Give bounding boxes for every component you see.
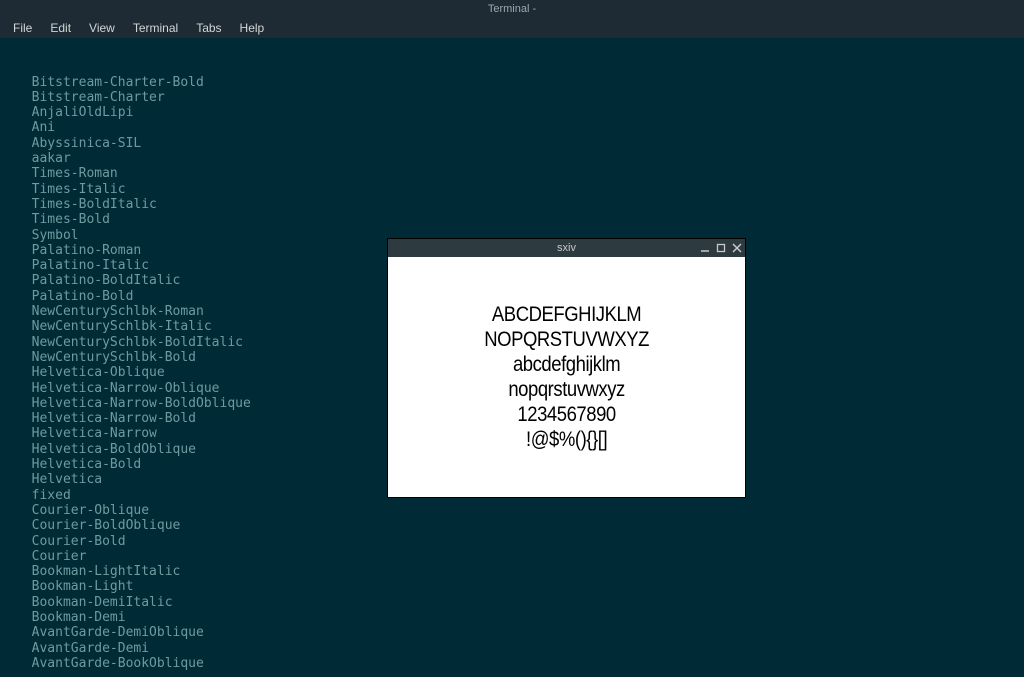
list-item[interactable]: Bitstream-Charter-Bold [16,75,1024,90]
window-title-bar: Terminal - [0,0,1024,18]
minimize-icon[interactable] [700,243,710,253]
sample-line: 1234567890 [484,402,649,427]
sample-line: nopqrstuvwxyz [484,377,649,402]
close-icon[interactable] [732,243,742,253]
sxiv-preview-window[interactable]: sxiv ABCDEFGHIJKLM NOPQRSTUVWXYZ abcdefg… [388,239,745,497]
sample-line: abcdefghijklm [484,352,649,377]
sample-line: NOPQRSTUVWXYZ [484,327,649,352]
list-item[interactable]: Ani [16,120,1024,135]
list-item[interactable]: Times-BoldItalic [16,197,1024,212]
list-item[interactable]: Times-Roman [16,166,1024,181]
sxiv-content: ABCDEFGHIJKLM NOPQRSTUVWXYZ abcdefghijkl… [388,257,745,497]
list-item[interactable]: Courier-BoldOblique [16,518,1024,533]
menu-edit[interactable]: Edit [41,19,80,37]
sample-line: !@$%(){}[] [484,427,649,452]
menu-file[interactable]: File [4,19,41,37]
menu-tabs[interactable]: Tabs [187,19,230,37]
list-item[interactable]: AvantGarde-BookOblique [16,656,1024,671]
menu-view[interactable]: View [80,19,124,37]
list-item[interactable]: AnjaliOldLipi [16,105,1024,120]
maximize-icon[interactable] [716,243,726,253]
sample-line: ABCDEFGHIJKLM [484,302,649,327]
list-item[interactable]: Courier [16,549,1024,564]
sxiv-window-controls [700,239,742,257]
list-item[interactable]: AvantGarde-Demi [16,641,1024,656]
menu-bar: File Edit View Terminal Tabs Help [0,18,1024,38]
list-item[interactable]: Times-Italic [16,182,1024,197]
list-item[interactable]: Bookman-Demi [16,610,1024,625]
list-item[interactable]: aakar [16,151,1024,166]
list-item[interactable]: Bookman-LightItalic [16,564,1024,579]
list-item[interactable]: Courier-Oblique [16,503,1024,518]
window-title: Terminal - [488,3,536,15]
list-item[interactable]: Courier-Bold [16,534,1024,549]
list-item[interactable]: AvantGarde-DemiOblique [16,625,1024,640]
font-sample: ABCDEFGHIJKLM NOPQRSTUVWXYZ abcdefghijkl… [484,302,649,452]
list-item[interactable]: Abyssinica-SIL [16,136,1024,151]
menu-terminal[interactable]: Terminal [124,19,187,37]
list-item[interactable]: Bookman-Light [16,579,1024,594]
sxiv-titlebar[interactable]: sxiv [388,239,745,257]
sxiv-title: sxiv [388,242,745,254]
list-item[interactable]: Bookman-DemiItalic [16,595,1024,610]
menu-help[interactable]: Help [231,19,274,37]
list-item[interactable]: Bitstream-Charter [16,90,1024,105]
list-item[interactable]: Times-Bold [16,212,1024,227]
